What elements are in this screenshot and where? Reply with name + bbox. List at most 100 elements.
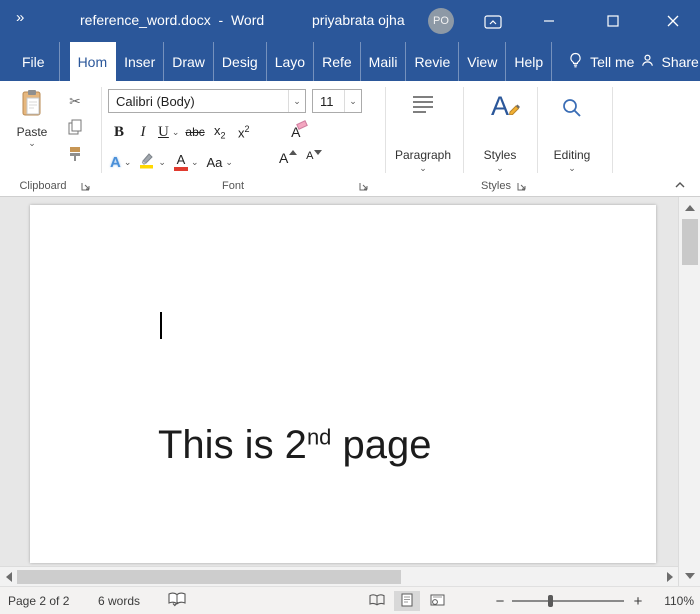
styles-group-button[interactable]: A Styles ⌄ xyxy=(468,85,532,173)
superscript-button[interactable]: x2 xyxy=(233,120,255,144)
shrink-font-button[interactable]: A xyxy=(303,150,325,174)
eraser-icon xyxy=(296,120,309,130)
paragraph-group-button[interactable]: Paragraph ⌄ xyxy=(390,85,456,173)
subscript-label: x2 xyxy=(213,123,226,141)
font-color-button[interactable]: A ⌄ xyxy=(172,150,201,174)
clipboard-paste-icon xyxy=(20,89,44,120)
styles-dialog-launcher[interactable] xyxy=(516,180,528,192)
strikethrough-button[interactable]: abc xyxy=(183,120,206,144)
zoom-slider-thumb[interactable] xyxy=(548,595,553,607)
chevron-down-icon: ⌄ xyxy=(419,163,427,173)
maximize-button[interactable] xyxy=(590,0,636,42)
clear-formatting-button[interactable]: A xyxy=(285,120,309,144)
clipboard-group-label: Clipboard xyxy=(19,180,67,192)
shrink-font-label: A xyxy=(306,150,314,162)
text-effects-button[interactable]: A ⌄ xyxy=(108,150,133,174)
text-effects-icon: A xyxy=(110,153,121,171)
document-area: This is 2nd page xyxy=(0,197,678,566)
arrow-down-icon xyxy=(314,150,323,155)
highlighter-icon xyxy=(139,152,155,172)
underline-button[interactable]: U ⌄ xyxy=(156,120,181,144)
document-text-after: page xyxy=(331,423,432,467)
close-button[interactable] xyxy=(650,0,696,42)
arrow-left-icon xyxy=(5,572,12,582)
proofing-status-button[interactable] xyxy=(168,587,186,614)
italic-label: I xyxy=(140,123,146,140)
tab-insert[interactable]: Inser xyxy=(116,42,165,81)
tab-mailings[interactable]: Maili xyxy=(361,42,407,81)
paste-button[interactable]: Paste ⌄ xyxy=(6,85,58,171)
strikethrough-label: abc xyxy=(185,125,205,139)
quick-access-toolbar-icon[interactable]: » xyxy=(16,9,24,26)
arrow-down-icon xyxy=(685,572,695,579)
copy-button[interactable] xyxy=(60,118,90,138)
document-text: This is 2nd page xyxy=(158,423,432,468)
scroll-up-button[interactable] xyxy=(679,199,700,216)
grow-font-button[interactable]: A xyxy=(277,150,299,174)
bold-button[interactable]: B xyxy=(108,120,130,144)
clear-formatting-icon: A xyxy=(291,120,309,140)
tab-draw[interactable]: Draw xyxy=(164,42,214,81)
grow-font-label: A xyxy=(278,150,289,166)
page-number-indicator[interactable]: Page 2 of 2 xyxy=(8,587,69,614)
font-name-combobox[interactable]: Calibri (Body) ⌄ xyxy=(108,89,306,113)
tab-layout[interactable]: Layo xyxy=(267,42,315,81)
zoom-slider[interactable] xyxy=(512,595,624,607)
tab-file[interactable]: File xyxy=(8,42,60,81)
share-button[interactable]: Share xyxy=(640,42,699,81)
horizontal-scrollbar[interactable] xyxy=(0,566,678,586)
avatar[interactable]: PO xyxy=(428,8,454,34)
scroll-right-button[interactable] xyxy=(661,567,678,587)
text-cursor xyxy=(160,312,162,339)
tab-help[interactable]: Help xyxy=(506,42,553,81)
minimize-button[interactable] xyxy=(526,0,572,42)
tab-home[interactable]: Hom xyxy=(69,42,117,81)
zoom-level-button[interactable]: 110% xyxy=(648,587,694,614)
format-painter-button[interactable] xyxy=(60,145,90,165)
scroll-left-button[interactable] xyxy=(0,567,17,587)
horizontal-scrollbar-thumb[interactable] xyxy=(17,570,401,584)
tell-me-button[interactable]: Tell me xyxy=(562,42,640,81)
tab-view[interactable]: View xyxy=(459,42,507,81)
cut-button[interactable]: ✂ xyxy=(60,91,90,111)
arrow-up-icon xyxy=(685,204,695,211)
subscript-button[interactable]: x2 xyxy=(209,120,231,144)
italic-button[interactable]: I xyxy=(132,120,154,144)
ribbon-tab-bar: File Hom Inser Draw Desig Layo Refe Mail… xyxy=(0,42,700,81)
font-size-combobox[interactable]: 11 ⌄ xyxy=(312,89,362,113)
font-buttons-row-1: B I U ⌄ abc x2 x2 A xyxy=(108,119,309,145)
chevron-down-icon[interactable]: ⌄ xyxy=(288,90,305,112)
collapse-ribbon-button[interactable] xyxy=(672,179,688,191)
text-highlight-button[interactable]: ⌄ xyxy=(137,150,168,174)
document-text-before: This is 2 xyxy=(158,423,307,467)
paste-label: Paste xyxy=(16,125,48,139)
clipboard-dialog-launcher[interactable] xyxy=(80,180,92,192)
word-count-indicator[interactable]: 6 words xyxy=(98,587,140,614)
editing-group-button[interactable]: Editing ⌄ xyxy=(540,85,604,173)
styles-label: Styles xyxy=(483,148,517,162)
account-name[interactable]: priyabrata ojha xyxy=(312,12,405,28)
scroll-down-button[interactable] xyxy=(679,567,700,584)
tab-review[interactable]: Revie xyxy=(406,42,460,81)
chevron-down-icon[interactable]: ⌄ xyxy=(344,90,361,112)
vertical-scrollbar-thumb[interactable] xyxy=(682,219,698,265)
zoom-out-button[interactable]: − xyxy=(492,587,508,614)
bold-label: B xyxy=(113,123,124,140)
vertical-scrollbar[interactable] xyxy=(678,197,700,586)
font-buttons-row-2: A ⌄ ⌄ A ⌄ Aa ⌄ A A xyxy=(108,149,325,175)
print-layout-button[interactable] xyxy=(394,591,420,611)
zoom-in-button[interactable]: + xyxy=(630,587,646,614)
tab-design[interactable]: Desig xyxy=(214,42,267,81)
read-mode-button[interactable] xyxy=(364,591,390,611)
superscript-label: x2 xyxy=(237,123,250,141)
group-separator xyxy=(537,87,538,173)
document-page[interactable]: This is 2nd page xyxy=(30,205,656,563)
font-dialog-launcher[interactable] xyxy=(358,180,370,192)
change-case-label: Aa xyxy=(206,154,223,170)
web-layout-button[interactable] xyxy=(424,591,450,611)
change-case-button[interactable]: Aa ⌄ xyxy=(204,150,234,174)
ribbon-display-options-icon[interactable] xyxy=(478,13,508,31)
document-text-superscript: nd xyxy=(306,424,332,450)
tab-references[interactable]: Refe xyxy=(314,42,361,81)
pencil-icon xyxy=(507,93,521,120)
